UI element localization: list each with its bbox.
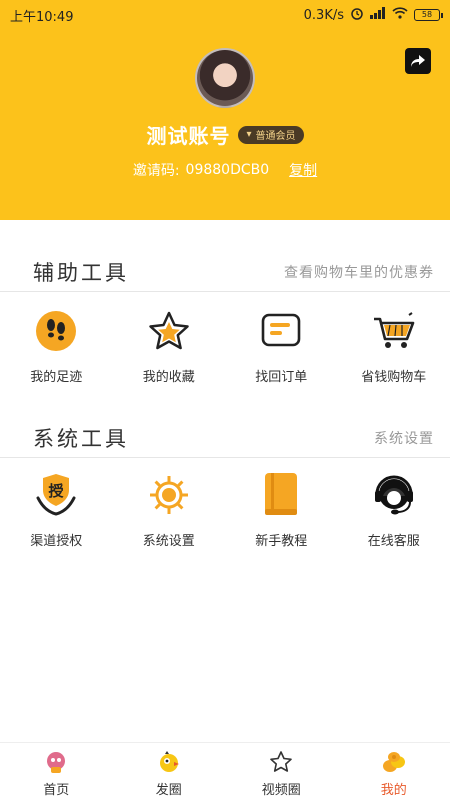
sys-tools-title: 系统工具 [33,426,129,451]
star-outline-icon [268,749,294,775]
invite-code: 09880DCB0 [185,162,270,178]
coins-icon [381,749,407,775]
aux-item-footprint[interactable]: 我的足迹 [0,308,113,385]
system-settings-link[interactable]: 系统设置 [374,428,434,448]
copy-invite-button[interactable]: 复制 [289,160,317,180]
sys-item-label: 系统设置 [142,534,195,549]
aux-tools-header: 辅助工具 查看购物车里的优惠券 [0,252,450,292]
status-bar: 上午10:49 0.3K/s 58 [0,0,450,30]
network-speed: 0.3K/s [303,7,344,23]
invite-row: 邀请码: 09880DCB0 复制 [0,160,450,180]
sys-item-label: 在线客服 [367,534,420,549]
headset-icon [371,472,417,518]
bottom-tab-bar: 首页 发圈 视频圈 我的 [0,742,450,800]
gear-icon [146,472,192,518]
avatar[interactable] [195,48,255,108]
book-icon [258,472,304,518]
share-icon [411,55,425,67]
sys-tools-grid: 授 渠道授权 系统设置 新手教程 在线客服 [0,472,450,549]
footprint-icon [33,308,79,354]
star-icon [146,308,192,354]
battery-icon: 58 [414,9,443,21]
aux-item-label: 我的足迹 [30,370,83,385]
tab-home[interactable]: 首页 [0,743,113,800]
tab-moments[interactable]: 发圈 [113,743,226,800]
wifi-icon [392,7,408,23]
aux-item-favorites[interactable]: 我的收藏 [113,308,226,385]
profile-header [0,0,450,220]
tab-label: 我的 [380,783,407,798]
cart-icon [371,308,417,354]
order-icon [258,308,304,354]
member-badge: ▾ 普通会员 [238,125,304,144]
sys-item-settings[interactable]: 系统设置 [113,472,226,549]
aux-item-label: 我的收藏 [142,370,195,385]
sys-item-label: 新手教程 [255,534,308,549]
alarm-icon [350,6,364,24]
aux-item-saving-cart[interactable]: 省钱购物车 [338,308,450,385]
tab-label: 发圈 [155,783,182,798]
aux-tools-grid: 我的足迹 我的收藏 找回订单 省钱购物车 [0,308,450,385]
authorize-icon: 授 [33,472,79,518]
authorize-icon-char: 授 [49,482,65,500]
invite-label: 邀请码: [132,163,180,179]
aux-item-label: 找回订单 [255,370,308,385]
tab-label: 视频圈 [261,783,301,798]
sys-item-tutorial[interactable]: 新手教程 [225,472,338,549]
tab-video[interactable]: 视频圈 [225,743,338,800]
sys-item-customer-service[interactable]: 在线客服 [338,472,450,549]
bird-icon [156,749,182,775]
aux-item-retrieve-order[interactable]: 找回订单 [225,308,338,385]
aux-item-label: 省钱购物车 [361,370,427,385]
view-cart-coupons-link[interactable]: 查看购物车里的优惠券 [284,262,434,282]
signal-icon [370,7,386,23]
caret-down-icon: ▾ [246,129,252,140]
tab-label: 首页 [43,783,70,798]
status-time: 上午10:49 [10,9,74,25]
profile-name-row: 测试账号 ▾ 普通会员 [0,120,450,149]
tab-mine[interactable]: 我的 [338,743,450,800]
username: 测试账号 [146,124,231,148]
sys-item-label: 渠道授权 [30,534,83,549]
share-button[interactable] [405,48,431,74]
member-level: 普通会员 [255,131,296,142]
status-right: 0.3K/s 58 [303,6,443,24]
sys-item-channel-authorize[interactable]: 授 渠道授权 [0,472,113,549]
aux-tools-title: 辅助工具 [33,260,129,285]
home-icon [43,749,69,775]
sys-tools-header: 系统工具 系统设置 [0,418,450,458]
